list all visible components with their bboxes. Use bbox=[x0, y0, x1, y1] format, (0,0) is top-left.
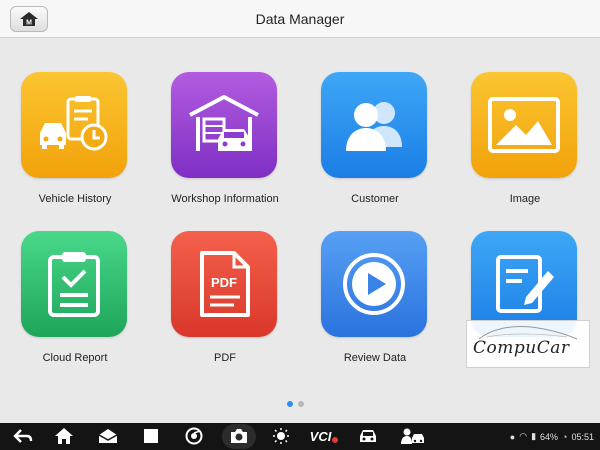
user-car-icon[interactable] bbox=[400, 427, 426, 445]
customer-users-icon bbox=[321, 72, 427, 178]
tile-label: Vehicle History bbox=[38, 193, 112, 205]
page-title: Data Manager bbox=[255, 11, 345, 27]
tile-workshop-information[interactable]: Workshop Information bbox=[150, 72, 300, 222]
app-header: M Data Manager bbox=[0, 0, 600, 38]
home-icon[interactable] bbox=[53, 427, 75, 445]
workshop-garage-icon bbox=[171, 72, 277, 178]
tile-vehicle-history[interactable]: Vehicle History bbox=[0, 72, 150, 222]
wifi-icon: ◠ bbox=[519, 431, 528, 441]
vci-icon[interactable]: VCI bbox=[309, 427, 339, 445]
status-bar: ● ◠ ▮ 64% ◔ 05:51 bbox=[510, 431, 594, 442]
vci-label: VCI bbox=[309, 428, 332, 444]
battery-level: 64% bbox=[540, 431, 559, 442]
chrome-icon[interactable] bbox=[183, 427, 205, 445]
car-icon[interactable] bbox=[357, 427, 379, 445]
mail-icon[interactable] bbox=[97, 427, 119, 445]
page-dot-1[interactable] bbox=[287, 401, 293, 407]
tile-customer[interactable]: Customer bbox=[300, 72, 450, 222]
bottom-navigation-bar: VCI ● ◠ ▮ 64% ◔ 05:51 bbox=[0, 423, 600, 450]
watermark-logo: CompuCar bbox=[466, 320, 590, 368]
tile-label: Workshop Information bbox=[171, 193, 279, 205]
tile-label: Cloud Report bbox=[42, 352, 108, 364]
play-icon bbox=[321, 231, 427, 337]
camera-icon[interactable] bbox=[228, 427, 250, 445]
image-icon bbox=[471, 72, 577, 178]
tile-pdf[interactable]: PDF PDF bbox=[150, 231, 300, 381]
square-icon[interactable] bbox=[140, 427, 162, 445]
tile-image[interactable]: Image bbox=[450, 72, 600, 222]
tile-label: PDF bbox=[214, 352, 236, 364]
watermark-text: CompuCar bbox=[473, 338, 570, 358]
tile-review-data[interactable]: Review Data bbox=[300, 231, 450, 381]
pdf-file-icon: PDF bbox=[171, 231, 277, 337]
status-time: 05:51 bbox=[571, 431, 594, 442]
tile-label: Customer bbox=[351, 193, 399, 205]
back-icon[interactable] bbox=[12, 427, 34, 445]
vehicle-history-icon bbox=[21, 72, 127, 178]
tile-label: Review Data bbox=[343, 352, 407, 364]
cloud-report-clipboard-icon bbox=[21, 231, 127, 337]
page-dot-2[interactable] bbox=[298, 401, 304, 407]
battery-icon: ▮ bbox=[531, 431, 537, 441]
page-indicator bbox=[287, 401, 304, 407]
brightness-icon[interactable] bbox=[270, 427, 292, 445]
location-icon: ● bbox=[509, 431, 516, 442]
clock-icon: ◔ bbox=[562, 431, 568, 442]
tile-label: Image bbox=[509, 193, 541, 205]
tile-cloud-report[interactable]: Cloud Report bbox=[0, 231, 150, 381]
vci-status-dot bbox=[332, 437, 339, 443]
